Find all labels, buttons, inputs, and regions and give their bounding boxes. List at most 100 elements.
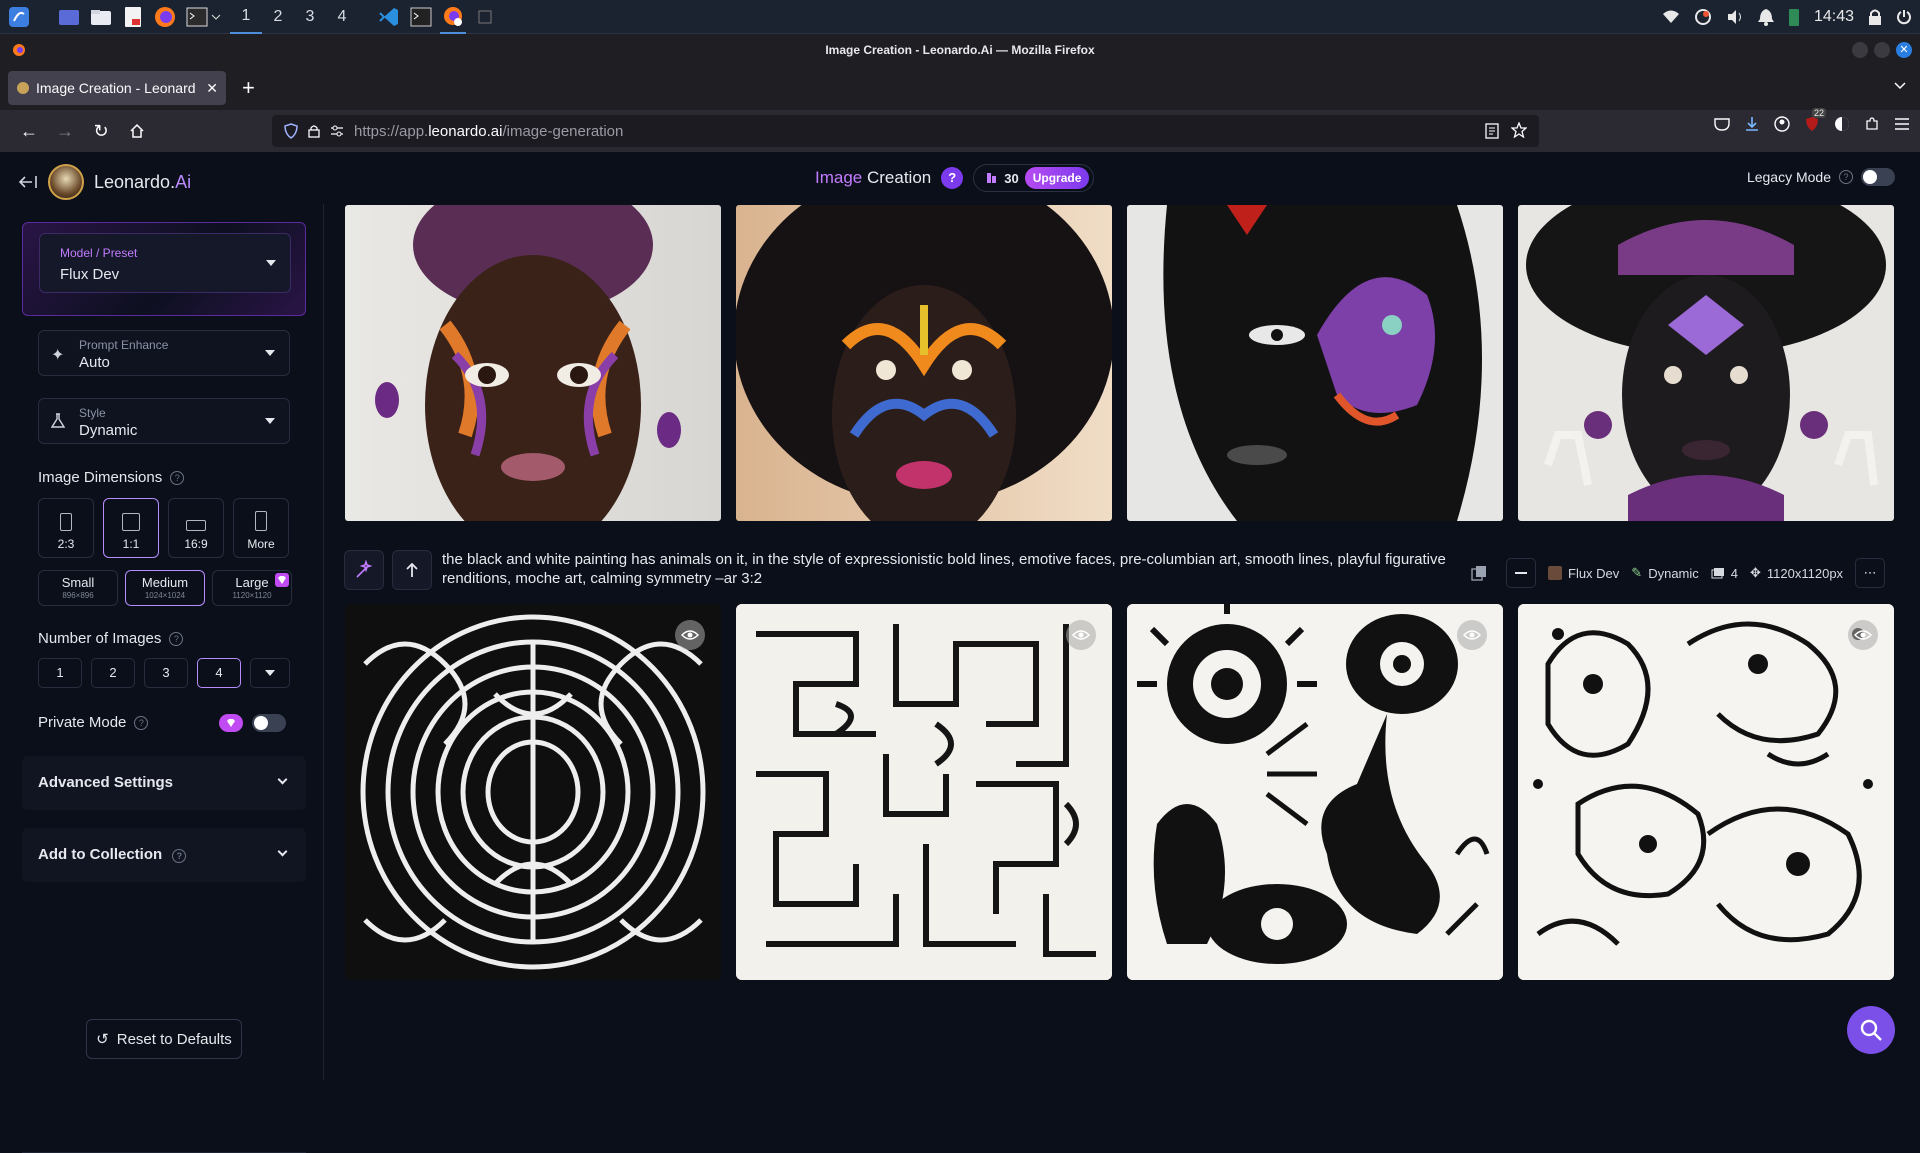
app-menu-icon[interactable] (6, 4, 32, 30)
extensions-puzzle-icon[interactable] (1864, 116, 1880, 132)
window-task-icon[interactable] (472, 4, 498, 30)
forward-button[interactable]: → (50, 116, 80, 146)
credits-pill[interactable]: 30 Upgrade (973, 164, 1095, 192)
reader-view-icon[interactable] (1485, 123, 1499, 139)
upgrade-button[interactable]: Upgrade (1024, 167, 1090, 189)
generated-image[interactable] (1518, 604, 1894, 980)
url-bar[interactable]: https://app.leonardo.ai/image-generation (272, 115, 1539, 147)
size-medium-button[interactable]: Medium 1024×1024 (125, 570, 205, 606)
clock[interactable]: 14:43 (1814, 8, 1854, 26)
search-fab-button[interactable] (1847, 1006, 1895, 1054)
reload-button[interactable]: ↻ (86, 116, 116, 146)
launcher-dropdown-icon[interactable] (210, 4, 222, 30)
reset-to-defaults-button[interactable]: ↺ Reset to Defaults (86, 1019, 242, 1059)
terminal-launcher-icon[interactable] (184, 4, 210, 30)
more-options-button[interactable]: ⋯ (1855, 558, 1886, 588)
folder-icon[interactable] (88, 4, 114, 30)
num-images-3-button[interactable]: 3 (144, 658, 188, 688)
workspace-3[interactable]: 3 (294, 0, 326, 34)
lock-icon[interactable] (1868, 8, 1882, 26)
privacy-extension-icon[interactable] (1834, 116, 1850, 132)
collapse-sidebar-icon[interactable] (18, 174, 38, 190)
legacy-mode-toggle[interactable] (1861, 168, 1895, 186)
reveal-eye-icon[interactable] (1848, 620, 1878, 650)
close-window-button[interactable]: ✕ (1896, 42, 1912, 58)
brand-avatar-logo[interactable] (48, 164, 84, 200)
reveal-eye-icon[interactable] (675, 620, 705, 650)
style-select[interactable]: Style Dynamic (38, 398, 290, 444)
downloads-icon[interactable] (1744, 116, 1760, 132)
document-viewer-icon[interactable] (120, 4, 146, 30)
url-text[interactable]: https://app.leonardo.ai/image-generation (354, 123, 623, 140)
workspace-4[interactable]: 4 (326, 0, 358, 34)
padlock-icon[interactable] (308, 124, 320, 138)
files-icon[interactable] (56, 4, 82, 30)
minimize-button[interactable] (1852, 42, 1868, 58)
num-images-more-button[interactable] (250, 658, 290, 688)
aspect-1-1-button[interactable]: 1:1 (103, 498, 159, 558)
generated-image[interactable] (736, 604, 1112, 980)
aspect-2-3-button[interactable]: 2:3 (38, 498, 94, 558)
model-preset-select[interactable]: Model / Preset Flux Dev (39, 233, 291, 293)
generated-image[interactable] (345, 205, 721, 521)
bookmark-star-icon[interactable] (1511, 122, 1527, 138)
collapse-generation-button[interactable] (1506, 558, 1536, 588)
private-mode-toggle[interactable] (252, 714, 286, 732)
legacy-help-icon[interactable]: ? (1839, 170, 1853, 184)
notifications-icon[interactable] (1757, 8, 1774, 26)
home-button[interactable] (122, 116, 152, 146)
prompt-enhance-select[interactable]: ✦ Prompt Enhance Auto (38, 330, 290, 376)
battery-icon[interactable] (1788, 7, 1800, 27)
volume-icon[interactable] (1726, 9, 1744, 25)
list-all-tabs-icon[interactable] (1894, 82, 1906, 90)
pocket-icon[interactable] (1714, 117, 1730, 131)
num-images-4-button[interactable]: 4 (197, 658, 241, 688)
prompt-text[interactable]: the black and white painting has animals… (442, 550, 1452, 588)
collection-help-icon[interactable]: ? (172, 849, 187, 863)
workspace-1[interactable]: 1 (230, 0, 262, 34)
ublock-extension-icon[interactable]: 22 (1804, 108, 1827, 132)
close-tab-icon[interactable]: ✕ (206, 80, 218, 97)
generated-image[interactable] (1518, 205, 1894, 521)
add-to-collection-section[interactable]: Add to Collection ? (22, 828, 306, 882)
portrait-image-4 (1526, 205, 1886, 521)
new-tab-button[interactable]: + (242, 75, 255, 101)
private-help-icon[interactable]: ? (134, 715, 149, 730)
permissions-icon[interactable] (330, 125, 344, 137)
vscode-task-icon[interactable] (376, 4, 402, 30)
reuse-prompt-button[interactable] (344, 550, 384, 590)
number-help-icon[interactable]: ? (169, 631, 184, 646)
hamburger-menu-icon[interactable] (1894, 117, 1910, 131)
browser-tab-active[interactable]: Image Creation - Leonard ✕ (8, 71, 226, 105)
generated-image[interactable] (736, 205, 1112, 521)
aspect-more-button[interactable]: More (233, 498, 289, 558)
generated-image[interactable] (1127, 205, 1503, 521)
help-badge[interactable]: ? (941, 167, 964, 189)
firefox-launcher-icon[interactable] (152, 4, 178, 30)
size-large-button[interactable]: Large 1120×1120 (212, 570, 292, 606)
aspect-16-9-button[interactable]: 16:9 (168, 498, 224, 558)
back-button[interactable]: ← (14, 116, 44, 146)
advanced-settings-section[interactable]: Advanced Settings (22, 756, 306, 810)
maximize-button[interactable] (1874, 42, 1890, 58)
dimensions-help-icon[interactable]: ? (170, 470, 185, 485)
generated-image[interactable] (1127, 604, 1503, 980)
size-small-button[interactable]: Small 896×896 (38, 570, 118, 606)
upload-prompt-button[interactable] (392, 550, 432, 590)
account-icon[interactable] (1774, 116, 1790, 132)
meta-model-label: Flux Dev (1568, 565, 1620, 581)
network-tray-icon[interactable] (1694, 8, 1712, 26)
wifi-icon[interactable] (1662, 10, 1680, 24)
num-images-1-button[interactable]: 1 (38, 658, 82, 688)
reveal-eye-icon[interactable] (1457, 620, 1487, 650)
generated-image[interactable] (345, 604, 721, 980)
num-images-2-button[interactable]: 2 (91, 658, 135, 688)
tracking-shield-icon[interactable] (284, 123, 298, 139)
workspace-2[interactable]: 2 (262, 0, 294, 34)
terminal-task-icon[interactable] (408, 4, 434, 30)
firefox-task-icon[interactable] (440, 0, 466, 34)
power-icon[interactable] (1896, 9, 1912, 25)
brand-name[interactable]: Leonardo.Ai (94, 172, 191, 193)
reveal-eye-icon[interactable] (1066, 620, 1096, 650)
copy-prompt-button[interactable] (1464, 558, 1494, 588)
